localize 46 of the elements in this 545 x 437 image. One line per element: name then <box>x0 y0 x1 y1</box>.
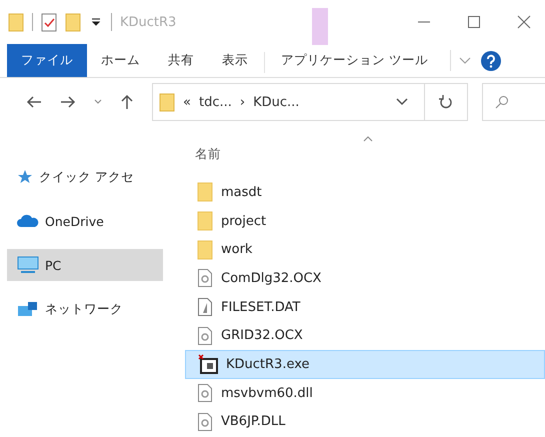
document-icon <box>197 297 213 318</box>
folder-icon <box>197 182 213 202</box>
file-row[interactable]: FILESET.DAT <box>185 292 545 322</box>
star-icon <box>17 169 33 185</box>
breadcrumb[interactable]: › <box>240 94 246 110</box>
folder-icon <box>159 92 175 112</box>
sort-caret-icon <box>363 136 373 142</box>
back-icon[interactable] <box>26 95 42 109</box>
sidebar-item[interactable]: PC <box>7 249 163 281</box>
breadcrumb[interactable]: KDuc... <box>253 94 300 110</box>
chevron-down-icon[interactable] <box>396 98 408 106</box>
column-header[interactable]: 名前 <box>195 146 221 163</box>
folder-icon <box>197 211 213 232</box>
forward-icon[interactable] <box>60 95 76 109</box>
file-row[interactable]: GRID32.OCX <box>185 321 545 350</box>
file-row[interactable]: work <box>185 235 545 264</box>
ribbon-tab[interactable]: ファイル <box>7 44 87 77</box>
close-icon[interactable] <box>517 15 531 29</box>
file-row[interactable]: msvbvm60.dll <box>185 378 545 408</box>
window-title: KDuctR3 <box>120 14 176 30</box>
breadcrumb[interactable]: tdc... <box>198 94 232 110</box>
sidebar-item[interactable]: ネットワーク <box>7 293 163 325</box>
checklist-icon[interactable] <box>41 12 57 32</box>
breadcrumb[interactable]: « <box>183 94 191 110</box>
refresh-icon[interactable] <box>439 94 453 110</box>
maximize-icon[interactable] <box>467 15 481 29</box>
monitor-icon <box>17 256 39 274</box>
up-icon[interactable] <box>120 94 134 110</box>
program-icon <box>198 354 218 374</box>
sidebar-item[interactable]: クイック アクセ <box>7 161 163 193</box>
folder-icon <box>197 240 213 260</box>
file-row[interactable]: KDuctR3.exe <box>185 350 545 379</box>
cloud-icon <box>17 214 39 228</box>
file-row[interactable]: project <box>185 206 545 236</box>
file-row[interactable]: ComDlg32.OCX <box>185 264 545 293</box>
context-tab-accent <box>312 8 328 45</box>
sidebar-item[interactable]: OneDrive <box>7 205 163 237</box>
file-row[interactable]: masdt <box>185 178 545 207</box>
address-bar[interactable]: « tdc... › KDuc... <box>152 83 468 121</box>
dropdown-icon[interactable] <box>91 17 101 27</box>
network-icon <box>17 300 39 318</box>
search-field[interactable] <box>482 83 545 121</box>
search-icon <box>495 95 509 109</box>
help-icon[interactable] <box>480 50 501 70</box>
file-row[interactable]: VB6JP.DLL <box>185 408 545 436</box>
recent-dropdown-icon[interactable] <box>94 99 102 105</box>
